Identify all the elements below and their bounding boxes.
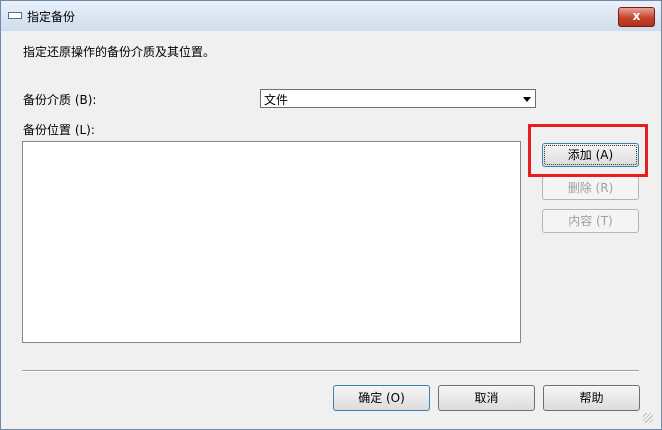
window-icon xyxy=(8,12,22,19)
backup-location-list[interactable] xyxy=(22,141,521,343)
close-button[interactable]: x xyxy=(618,7,655,27)
window-title: 指定备份 xyxy=(27,10,76,24)
highlight-box xyxy=(528,124,648,177)
backup-media-value: 文件 xyxy=(264,93,289,107)
backup-location-label: 备份位置 (L): xyxy=(23,123,95,137)
instruction-text: 指定还原操作的备份介质及其位置。 xyxy=(23,45,216,59)
resize-grip[interactable] xyxy=(643,413,653,423)
dialog-body: 指定还原操作的备份介质及其位置。 备份介质 (B): 文件 备份位置 (L): … xyxy=(9,31,653,421)
contents-button[interactable]: 内容 (T) xyxy=(542,209,639,233)
chevron-down-icon[interactable] xyxy=(523,97,531,102)
contents-button-label: 内容 (T) xyxy=(568,214,613,228)
close-icon: x xyxy=(632,9,641,23)
dialog-window: 指定备份 x 指定还原操作的备份介质及其位置。 备份介质 (B): 文件 备份位… xyxy=(0,0,662,430)
cancel-button[interactable]: 取消 xyxy=(438,385,535,411)
help-button[interactable]: 帮助 xyxy=(543,385,640,411)
help-button-label: 帮助 xyxy=(579,391,604,405)
cancel-button-label: 取消 xyxy=(474,391,499,405)
remove-button[interactable]: 删除 (R) xyxy=(542,176,639,200)
backup-media-select[interactable]: 文件 xyxy=(260,89,536,108)
remove-button-label: 删除 (R) xyxy=(567,181,614,195)
ok-button[interactable]: 确定 (O) xyxy=(333,385,430,411)
title-bar[interactable]: 指定备份 x xyxy=(1,1,661,31)
backup-media-label: 备份介质 (B): xyxy=(23,93,97,107)
ok-button-label: 确定 (O) xyxy=(358,391,405,405)
footer-separator xyxy=(22,370,639,372)
